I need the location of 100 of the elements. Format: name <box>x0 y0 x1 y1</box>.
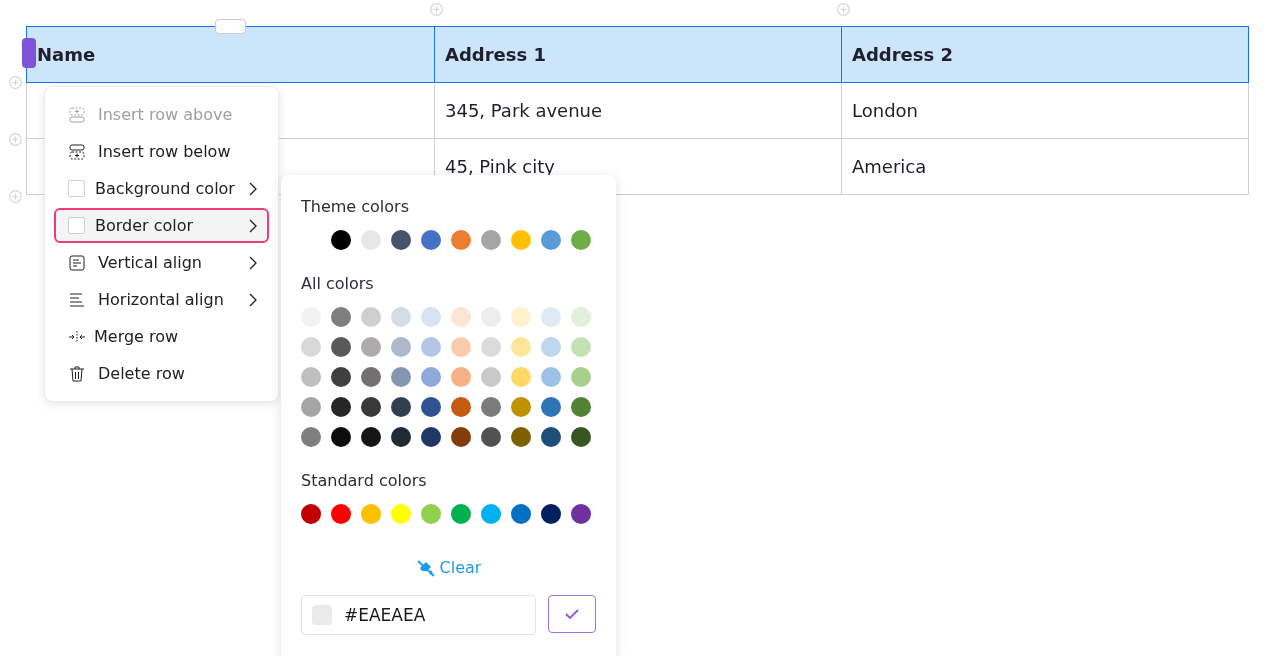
color-swatch[interactable] <box>331 337 351 357</box>
menu-item[interactable]: Insert row below <box>54 134 269 169</box>
color-swatch[interactable] <box>331 230 351 250</box>
color-swatch[interactable] <box>571 397 591 417</box>
color-swatch[interactable] <box>391 230 411 250</box>
color-swatch[interactable] <box>331 397 351 417</box>
row-handle[interactable] <box>22 38 36 68</box>
check-icon <box>564 608 580 620</box>
color-swatch[interactable] <box>421 307 441 327</box>
color-swatch-icon <box>68 217 85 234</box>
color-swatch[interactable] <box>361 337 381 357</box>
color-swatch[interactable] <box>571 337 591 357</box>
color-swatch[interactable] <box>421 337 441 357</box>
add-icon[interactable] <box>9 133 22 146</box>
no-fill-icon <box>415 558 436 577</box>
color-swatch[interactable] <box>571 504 591 524</box>
add-icon[interactable] <box>430 3 443 16</box>
add-icon[interactable] <box>9 76 22 89</box>
color-swatch[interactable] <box>391 367 411 387</box>
color-swatch[interactable] <box>481 337 501 357</box>
color-swatch[interactable] <box>301 504 321 524</box>
color-swatch[interactable] <box>421 397 441 417</box>
color-input-field[interactable]: #EAEAEA <box>301 595 536 635</box>
color-swatch[interactable] <box>301 397 321 417</box>
color-swatch[interactable] <box>331 427 351 447</box>
color-swatch[interactable] <box>541 230 561 250</box>
color-swatch[interactable] <box>391 427 411 447</box>
section-title: Standard colors <box>301 471 428 490</box>
header-cell: Address 1 <box>435 26 842 83</box>
column-handle[interactable] <box>215 19 246 34</box>
color-swatch[interactable] <box>571 230 591 250</box>
color-swatch[interactable] <box>511 397 531 417</box>
color-swatch[interactable] <box>391 337 411 357</box>
menu-item[interactable]: Delete row <box>54 356 269 391</box>
header-cell: Name <box>26 26 435 83</box>
color-swatch[interactable] <box>511 337 531 357</box>
color-swatch[interactable] <box>451 307 471 327</box>
table-cell: London <box>842 83 1249 139</box>
color-swatch[interactable] <box>391 307 411 327</box>
color-swatch[interactable] <box>451 367 471 387</box>
color-swatch[interactable] <box>511 230 531 250</box>
color-swatch[interactable] <box>481 397 501 417</box>
color-swatch[interactable] <box>571 367 591 387</box>
color-swatch[interactable] <box>451 397 471 417</box>
menu-item[interactable]: Vertical align <box>54 245 269 280</box>
color-swatch[interactable] <box>421 504 441 524</box>
chevron-right-icon <box>248 292 257 307</box>
color-swatch[interactable] <box>391 397 411 417</box>
color-swatch[interactable] <box>511 427 531 447</box>
table-cell: America <box>842 139 1249 195</box>
color-swatch[interactable] <box>511 504 531 524</box>
color-swatch[interactable] <box>331 367 351 387</box>
color-swatch-icon <box>68 180 85 197</box>
color-swatch[interactable] <box>421 427 441 447</box>
section-title: Theme colors <box>301 197 410 216</box>
menu-item[interactable]: Horizontal align <box>54 282 269 317</box>
apply-button[interactable] <box>548 595 596 633</box>
color-swatch[interactable] <box>511 307 531 327</box>
color-swatch[interactable] <box>571 427 591 447</box>
color-swatch[interactable] <box>301 337 321 357</box>
menu-item[interactable]: Background color <box>54 171 269 206</box>
color-swatch[interactable] <box>451 427 471 447</box>
chevron-right-icon <box>248 255 257 270</box>
color-swatch[interactable] <box>361 367 381 387</box>
color-swatch[interactable] <box>361 230 381 250</box>
color-swatch[interactable] <box>451 337 471 357</box>
color-swatch[interactable] <box>541 337 561 357</box>
merge-icon <box>68 329 86 344</box>
chevron-right-icon <box>248 218 257 233</box>
color-swatch[interactable] <box>451 504 471 524</box>
color-swatch[interactable] <box>361 307 381 327</box>
color-swatch[interactable] <box>361 397 381 417</box>
color-swatch[interactable] <box>421 230 441 250</box>
color-swatch[interactable] <box>541 427 561 447</box>
color-swatch[interactable] <box>451 230 471 250</box>
color-swatch[interactable] <box>541 397 561 417</box>
color-swatch[interactable] <box>481 230 501 250</box>
color-swatch[interactable] <box>481 504 501 524</box>
color-swatch[interactable] <box>391 504 411 524</box>
color-swatch[interactable] <box>541 307 561 327</box>
color-swatch[interactable] <box>361 504 381 524</box>
color-swatch[interactable] <box>361 427 381 447</box>
align-icon <box>68 253 86 272</box>
color-swatch[interactable] <box>511 367 531 387</box>
color-swatch[interactable] <box>301 367 321 387</box>
insert-row-icon <box>68 105 86 124</box>
color-swatch[interactable] <box>421 367 441 387</box>
section-title: All colors <box>301 274 375 293</box>
color-swatch[interactable] <box>301 427 321 447</box>
color-swatch[interactable] <box>481 367 501 387</box>
color-swatch[interactable] <box>331 307 351 327</box>
color-swatch[interactable] <box>541 367 561 387</box>
add-icon[interactable] <box>9 190 22 203</box>
color-swatch[interactable] <box>571 307 591 327</box>
menu-item[interactable]: Merge row <box>54 319 269 354</box>
color-swatch[interactable] <box>331 504 351 524</box>
color-swatch[interactable] <box>481 427 501 447</box>
add-icon[interactable] <box>837 3 850 16</box>
color-swatch[interactable] <box>541 504 561 524</box>
menu-item[interactable]: Border color <box>54 208 269 243</box>
